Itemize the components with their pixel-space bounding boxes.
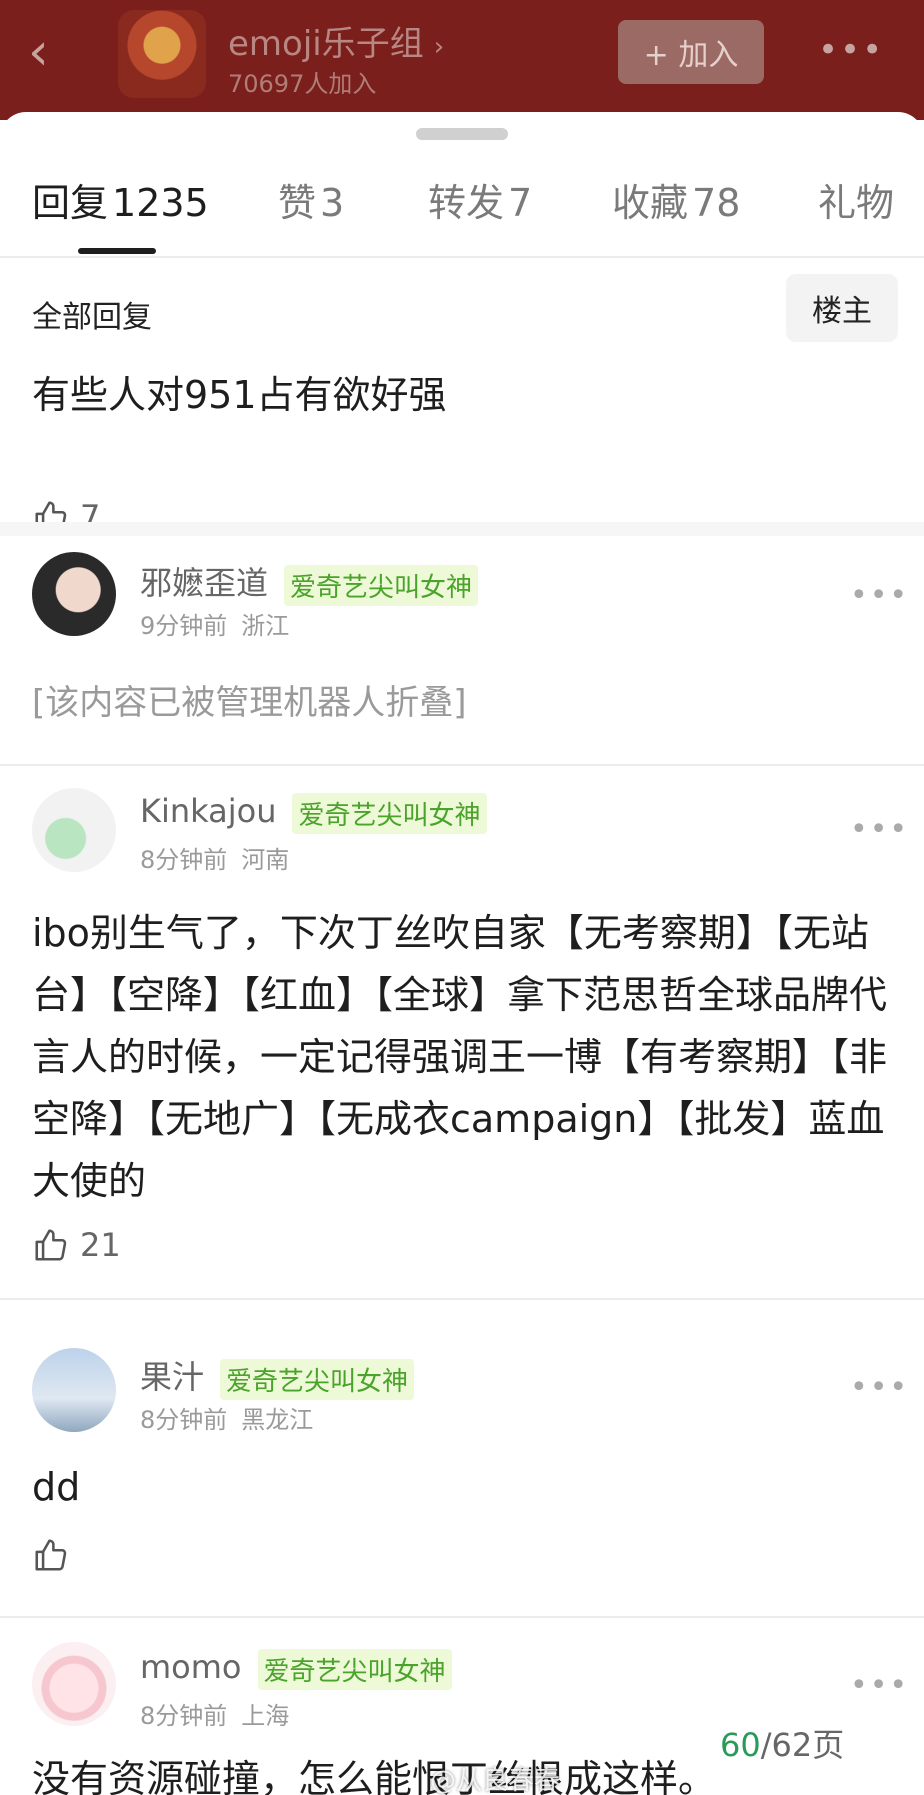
like-count: 21 <box>80 1226 121 1264</box>
drag-handle[interactable] <box>416 128 508 140</box>
author-name: 果汁 <box>140 1358 205 1396</box>
tab-favorites[interactable]: 收藏 78 <box>612 172 740 227</box>
comment-text: dd <box>32 1465 81 1509</box>
tab-reposts[interactable]: 转发 7 <box>428 172 532 227</box>
tab-label: 回复 <box>32 181 109 225</box>
comment-time: 8分钟前 <box>140 1406 228 1434</box>
more-options-icon[interactable]: ••• <box>850 1668 909 1703</box>
tab-gifts[interactable]: 礼物 <box>818 172 894 227</box>
divider <box>0 1616 924 1618</box>
avatar[interactable] <box>32 1348 116 1432</box>
comment-author[interactable]: Kinkajou 爱奇艺尖叫女神 <box>140 792 487 834</box>
thumbs-up-icon <box>35 1229 67 1261</box>
comment-location: 浙江 <box>241 612 290 640</box>
comment-location: 河南 <box>241 846 290 874</box>
current-page: 60 <box>720 1726 761 1764</box>
more-options-icon[interactable]: ••• <box>850 812 909 847</box>
active-tab-indicator <box>78 248 156 254</box>
group-name[interactable]: emoji乐子组 › <box>228 16 444 65</box>
comment-meta: 8分钟前 黑龙江 <box>140 1400 313 1435</box>
all-replies-label: 全部回复 <box>32 300 152 335</box>
comment-like-button[interactable] <box>32 1536 70 1574</box>
tab-label: 礼物 <box>818 181 895 225</box>
tab-count: 7 <box>508 181 533 225</box>
group-header: ‹ emoji乐子组 › 70697人加入 + 加入 ••• <box>0 0 924 120</box>
tab-count: 1235 <box>112 181 209 225</box>
user-badge: 爱奇艺尖叫女神 <box>220 1358 415 1400</box>
comment-meta: 8分钟前 河南 <box>140 840 289 875</box>
post-text: 有些人对951占有欲好强 <box>32 373 447 417</box>
thumbs-up-icon <box>35 1539 67 1571</box>
comment-author[interactable]: 果汁 爱奇艺尖叫女神 <box>140 1352 415 1400</box>
group-name-label: emoji乐子组 <box>228 24 424 64</box>
group-avatar[interactable] <box>118 10 206 98</box>
comment-author[interactable]: 邪嬷歪道 爱奇艺尖叫女神 <box>140 558 479 606</box>
member-count: 70697人加入 <box>228 70 377 98</box>
folded-comment-text[interactable]: [该内容已被管理机器人折叠] <box>32 672 902 734</box>
tab-count: 78 <box>692 181 741 225</box>
author-name: 邪嬷歪道 <box>140 564 269 602</box>
back-icon[interactable]: ‹ <box>28 22 68 82</box>
section-divider <box>0 522 924 536</box>
total-pages: /62页 <box>760 1726 845 1764</box>
comment-time: 8分钟前 <box>140 846 228 874</box>
comment-meta: 8分钟前 上海 <box>140 1696 289 1731</box>
tab-bar: 回复 1235 赞3 转发 7 收藏 78 礼物 <box>0 172 924 252</box>
comment-meta: 9分钟前 浙江 <box>140 606 289 641</box>
user-badge: 爱奇艺尖叫女神 <box>292 792 487 834</box>
join-button[interactable]: + 加入 <box>618 20 764 84</box>
comment-author[interactable]: momo 爱奇艺尖叫女神 <box>140 1648 452 1690</box>
owner-only-button[interactable]: 楼主 <box>786 274 898 342</box>
comment-location: 黑龙江 <box>241 1406 314 1434</box>
tab-label: 转发 <box>428 181 505 225</box>
replies-sheet: 回复 1235 赞3 转发 7 收藏 78 礼物 全部回复 楼主 有些人对951占有欲… <box>0 112 924 1795</box>
tab-label: 赞 <box>278 181 317 225</box>
tab-likes[interactable]: 赞3 <box>278 172 344 227</box>
avatar[interactable] <box>32 1642 116 1726</box>
more-options-icon[interactable]: ••• <box>850 1370 909 1405</box>
author-name: momo <box>140 1648 242 1686</box>
avatar[interactable] <box>32 552 116 636</box>
more-icon[interactable]: ••• <box>818 30 884 70</box>
watermark: @从良春春 <box>430 1766 561 1795</box>
comment-location: 上海 <box>241 1702 290 1730</box>
author-name: Kinkajou <box>140 792 277 830</box>
avatar[interactable] <box>32 788 116 872</box>
page-indicator[interactable]: 60/62页 <box>720 1720 844 1766</box>
divider <box>0 1298 924 1300</box>
divider <box>0 764 924 766</box>
comment-text: ibo别生气了，下次丁丝吹自家【无考察期】【无站台】【空降】【红血】【全球】拿下… <box>32 911 888 1203</box>
tab-count: 3 <box>320 181 345 225</box>
comment-time: 8分钟前 <box>140 1702 228 1730</box>
more-options-icon[interactable]: ••• <box>850 578 909 613</box>
user-badge: 爱奇艺尖叫女神 <box>257 1648 452 1690</box>
tab-label: 收藏 <box>612 181 689 225</box>
user-badge: 爱奇艺尖叫女神 <box>284 564 479 606</box>
comment-time: 9分钟前 <box>140 612 228 640</box>
divider <box>0 256 924 258</box>
chevron-right-icon: › <box>433 32 445 62</box>
comment-like-button[interactable]: 21 <box>32 1226 121 1264</box>
tab-replies[interactable]: 回复 1235 <box>32 172 209 227</box>
